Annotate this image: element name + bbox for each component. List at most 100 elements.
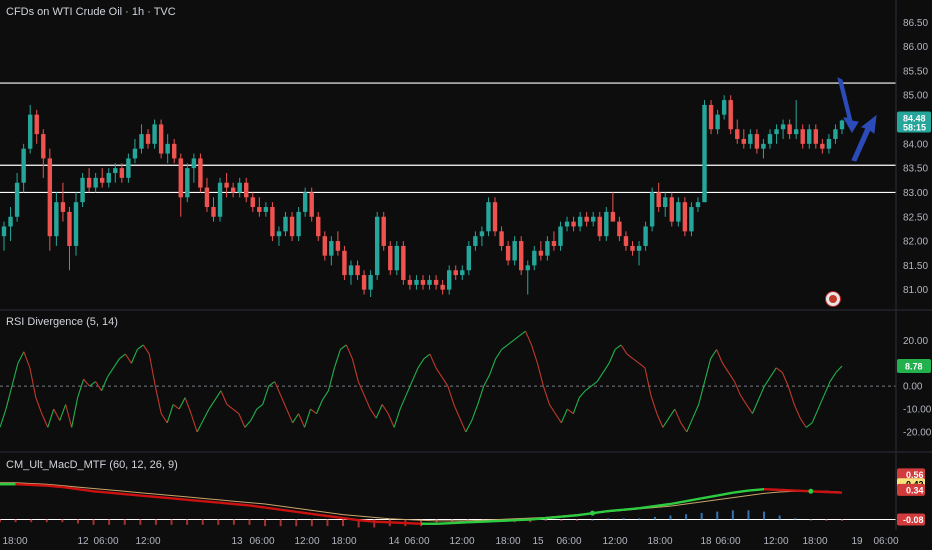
candle-body <box>551 241 557 246</box>
macd-line-segment <box>670 499 687 506</box>
rsi-line-segment <box>29 367 37 398</box>
candle-body <box>309 192 314 217</box>
flag-icon[interactable] <box>825 291 841 307</box>
rsi-tick-label: -20.00 <box>903 427 932 438</box>
candle <box>577 211 583 232</box>
candle <box>754 129 760 154</box>
time-tick-label: 12:00 <box>294 536 319 547</box>
rsi-line-segment <box>459 417 467 433</box>
candle <box>538 241 544 261</box>
macd-line-segment <box>654 502 671 508</box>
time-tick-label: 06:00 <box>556 536 581 547</box>
candle-body <box>47 158 53 237</box>
candle <box>839 119 845 135</box>
candle-body <box>558 226 563 246</box>
candle <box>132 138 138 164</box>
rsi-line-segment <box>119 353 126 360</box>
candle-body <box>545 241 550 256</box>
macd-histogram-bar <box>186 519 189 525</box>
price-axis: 86.5086.0085.5085.0084.5084.0083.5083.00… <box>0 0 932 530</box>
candle-body <box>538 250 544 256</box>
rsi-line-segment <box>23 351 31 369</box>
rsi-line-segment <box>5 386 13 410</box>
macd-histogram-bar <box>248 519 251 525</box>
candle-body <box>754 134 760 149</box>
candle <box>289 211 295 242</box>
rsi-line-segment <box>226 404 234 410</box>
candle <box>649 187 655 232</box>
candle <box>73 192 79 256</box>
macd-histogram-bar <box>30 519 33 523</box>
macd-histogram-bar <box>108 519 111 525</box>
candle-body <box>244 182 249 198</box>
time-tick-label: 06:00 <box>715 536 740 547</box>
rsi-line-segment <box>107 367 114 378</box>
rsi-line-segment <box>513 335 520 341</box>
candle-body <box>329 241 334 256</box>
candle-body <box>584 216 589 222</box>
macd-indicator-title[interactable]: CM_Ult_MacD_MTF (60, 12, 26, 9) <box>6 459 178 471</box>
rsi-line-segment <box>722 362 729 373</box>
candle <box>584 211 589 227</box>
rsi-line-segment <box>59 404 67 421</box>
candle-body <box>473 236 478 246</box>
candle <box>433 275 439 290</box>
macd-line-segment <box>826 490 843 494</box>
candle <box>60 182 66 222</box>
candle <box>774 124 779 144</box>
rsi-indicator-title[interactable]: RSI Divergence (5, 14) <box>6 316 118 328</box>
candle-body <box>839 120 845 130</box>
candle <box>427 275 432 290</box>
candle <box>381 211 386 251</box>
candle <box>1 221 7 251</box>
candle <box>676 197 681 227</box>
macd-line-segment <box>233 502 250 507</box>
candle <box>800 124 805 149</box>
candle <box>172 138 177 164</box>
macd-line-segment <box>608 508 624 513</box>
time-tick-label: 06:00 <box>404 536 429 547</box>
price-tick-label: 85.50 <box>903 66 928 77</box>
candle-body <box>512 241 517 261</box>
rsi-line-segment <box>160 413 168 424</box>
candle <box>185 163 190 203</box>
rsi-line-segment <box>256 404 264 410</box>
rsi-line-segment <box>0 408 7 428</box>
candle <box>342 245 347 280</box>
rsi-line-segment <box>650 395 658 414</box>
rsi-line-segment <box>572 397 580 414</box>
candle <box>86 168 92 193</box>
candle <box>165 134 170 164</box>
rsi-line-segment <box>35 397 43 414</box>
candle-body <box>656 192 661 208</box>
candle <box>54 192 59 246</box>
candle-body <box>460 270 465 276</box>
candle <box>663 192 668 217</box>
rsi-line-segment <box>811 408 819 424</box>
candle-body <box>67 211 72 246</box>
macd-line-segment <box>623 507 640 511</box>
rsi-line-segment <box>626 353 634 360</box>
rsi-line-segment <box>429 353 437 369</box>
candle-body <box>492 202 498 232</box>
rsi-line-segment <box>190 413 198 433</box>
rsi-line-segment <box>310 408 317 415</box>
candle-body <box>761 143 766 149</box>
macd-histogram-bar <box>575 519 578 521</box>
candle <box>158 119 164 159</box>
rsi-tick-label: 20.00 <box>903 336 928 347</box>
rsi-line-segment <box>77 379 85 398</box>
rsi-line-segment <box>405 381 413 396</box>
candle <box>623 231 629 251</box>
candle-body <box>276 231 282 237</box>
candle-body <box>735 129 740 139</box>
price-tick-label: 86.50 <box>903 18 928 29</box>
time-tick-label: 12 <box>77 536 89 547</box>
candle-body <box>813 129 819 144</box>
candle <box>689 202 694 237</box>
rsi-line-segment <box>208 399 216 410</box>
price-tick-label: 83.00 <box>903 188 928 199</box>
rsi-line-segment <box>375 404 383 419</box>
candle <box>100 168 105 188</box>
candle-body <box>60 202 66 212</box>
